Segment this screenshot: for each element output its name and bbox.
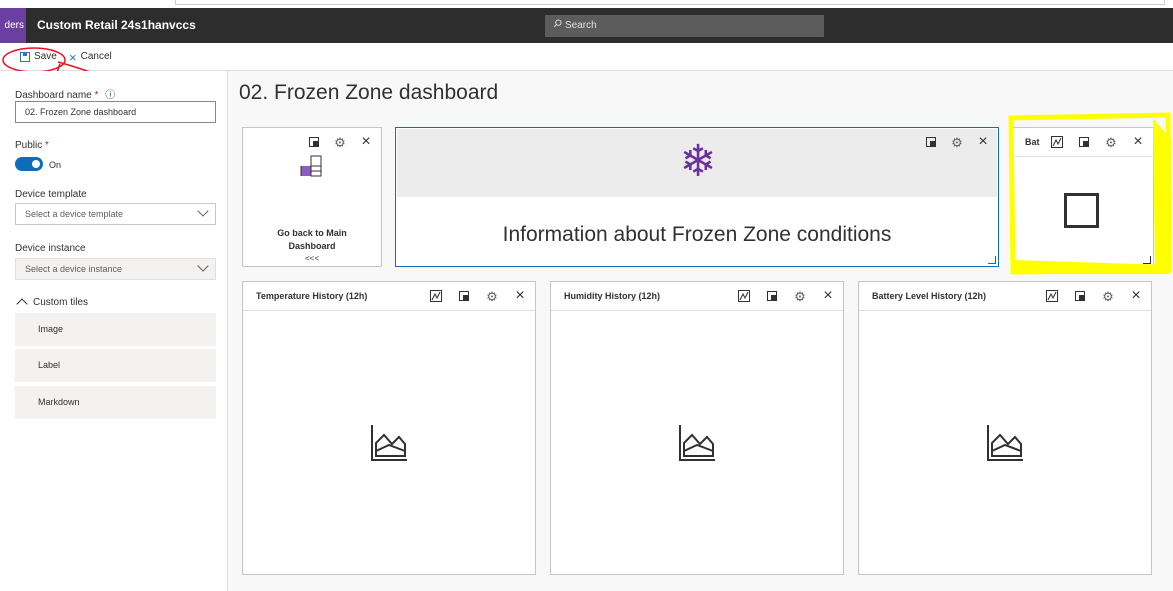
- analytics-icon[interactable]: [1045, 289, 1059, 303]
- info-icon[interactable]: ⓘ: [105, 90, 115, 101]
- cancel-button[interactable]: × Cancel: [69, 43, 112, 71]
- tile-divider: [243, 310, 535, 311]
- pin-icon[interactable]: [1073, 289, 1087, 303]
- cancel-label: Cancel: [80, 51, 112, 62]
- page-title: 02. Frozen Zone dashboard: [239, 81, 499, 104]
- close-icon[interactable]: ×: [1131, 134, 1145, 150]
- device-instance-select[interactable]: Select a device instance: [15, 258, 216, 280]
- snowflake-icon: ❄: [679, 137, 717, 186]
- top-bar: ders Custom Retail 24s1hanvccs Search: [0, 8, 1173, 43]
- app-title[interactable]: Custom Retail 24s1hanvccs: [37, 8, 196, 43]
- area-chart-icon: [987, 424, 1023, 461]
- battery-small-tile[interactable]: Bat ⚙ ×: [1011, 127, 1154, 267]
- close-icon[interactable]: ×: [1129, 288, 1143, 304]
- close-icon: ×: [69, 49, 77, 65]
- close-icon[interactable]: ×: [513, 288, 527, 304]
- custom-tiles-label: Custom tiles: [33, 296, 89, 308]
- public-toggle-text: On: [49, 160, 62, 170]
- gear-icon[interactable]: ⚙: [333, 135, 347, 149]
- humidity-tile[interactable]: Humidity History (12h) ⚙ ×: [550, 281, 844, 575]
- custom-tile-label[interactable]: Label: [15, 349, 216, 382]
- pin-icon[interactable]: [924, 135, 938, 149]
- temperature-tile[interactable]: Temperature History (12h) ⚙ ×: [242, 281, 536, 575]
- gear-icon[interactable]: ⚙: [1104, 135, 1118, 149]
- chevron-up-icon: [16, 298, 28, 310]
- chevron-down-icon: [197, 205, 209, 217]
- device-template-label: Device template: [15, 189, 87, 200]
- dashboard-name-field[interactable]: 02. Frozen Zone dashboard: [15, 101, 216, 123]
- save-button[interactable]: Save: [20, 43, 57, 71]
- tile-divider: [859, 310, 1151, 311]
- area-chart-icon: [679, 424, 715, 461]
- app-badge[interactable]: ders: [0, 8, 26, 43]
- gear-icon[interactable]: ⚙: [950, 135, 964, 149]
- battery-tile[interactable]: Battery Level History (12h) ⚙ ×: [858, 281, 1152, 575]
- search-placeholder: Search: [565, 20, 597, 31]
- close-icon[interactable]: ×: [359, 134, 373, 150]
- tile-toolbar: ⚙ ×: [307, 134, 373, 150]
- info-tile[interactable]: ❄ ⚙ × Information about Frozen Zone cond…: [395, 127, 999, 267]
- close-icon[interactable]: ×: [821, 288, 835, 304]
- custom-tiles-toggle[interactable]: Custom tiles: [16, 296, 89, 310]
- dashboard-name-label: Dashboard name * ⓘ: [15, 90, 116, 101]
- gear-icon[interactable]: ⚙: [793, 289, 807, 303]
- public-toggle[interactable]: [15, 157, 43, 171]
- dashboard-image-icon: [300, 155, 322, 177]
- gear-icon[interactable]: ⚙: [485, 289, 499, 303]
- chevron-down-icon: [197, 260, 209, 272]
- pin-icon[interactable]: [765, 289, 779, 303]
- close-icon[interactable]: ×: [976, 134, 990, 150]
- pin-icon[interactable]: [307, 135, 321, 149]
- goback-arrows: <<<: [304, 254, 319, 263]
- tile-toolbar: ⚙ ×: [1050, 134, 1145, 150]
- info-text: Information about Frozen Zone conditions: [502, 223, 892, 246]
- analytics-icon[interactable]: [737, 289, 751, 303]
- tile-toolbar: ⚙ ×: [737, 288, 835, 304]
- save-icon: [20, 52, 30, 62]
- square-icon: [1064, 193, 1099, 228]
- goback-tile[interactable]: ⚙ × Go back to Main Dashboard <<<: [242, 127, 382, 267]
- device-template-select[interactable]: Select a device template: [15, 203, 216, 225]
- pin-icon[interactable]: [1077, 135, 1091, 149]
- tile-toolbar: ⚙ ×: [429, 288, 527, 304]
- analytics-icon[interactable]: [429, 289, 443, 303]
- sidebar: Dashboard name * ⓘ 02. Frozen Zone dashb…: [0, 71, 228, 591]
- save-label: Save: [34, 51, 57, 62]
- address-bar-edge: [175, 0, 1165, 5]
- tile-divider: [551, 310, 843, 311]
- custom-tile-image[interactable]: Image: [15, 313, 216, 346]
- search-input[interactable]: Search: [545, 15, 824, 37]
- device-instance-label: Device instance: [15, 243, 86, 254]
- resize-handle[interactable]: [988, 256, 996, 264]
- goback-text: Go back to Main Dashboard: [277, 228, 347, 251]
- pin-icon[interactable]: [457, 289, 471, 303]
- custom-tile-markdown[interactable]: Markdown: [15, 386, 216, 419]
- analytics-icon[interactable]: [1050, 135, 1064, 149]
- gear-icon[interactable]: ⚙: [1101, 289, 1115, 303]
- tile-toolbar: ⚙ ×: [924, 134, 990, 150]
- command-bar: Save × Cancel: [0, 43, 1173, 71]
- public-label: Public *: [15, 140, 49, 151]
- tile-divider: [1012, 156, 1153, 157]
- tile-toolbar: ⚙ ×: [1045, 288, 1143, 304]
- area-chart-icon: [371, 424, 407, 461]
- resize-handle[interactable]: [1143, 256, 1151, 264]
- browser-strip: [0, 0, 1173, 8]
- search-icon: [553, 15, 565, 37]
